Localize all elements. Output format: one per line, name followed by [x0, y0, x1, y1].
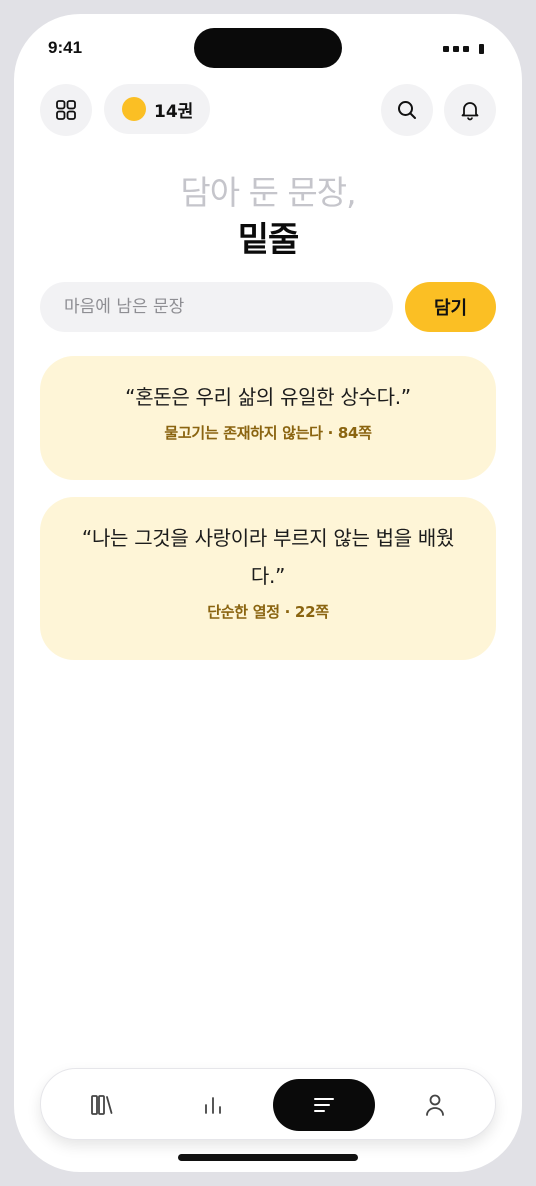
page-title: 밑줄	[237, 220, 300, 260]
bar-chart-icon	[205, 1097, 221, 1114]
screen: 9:41 14권 담아 둔 문장, 밑줄 마음에 남은 문장 담기 “혼돈은 우…	[14, 14, 522, 1172]
tab-stats[interactable]	[162, 1079, 264, 1131]
notification-button[interactable]	[444, 84, 496, 136]
tab-bar	[40, 1068, 496, 1140]
save-button[interactable]: 담기	[405, 282, 496, 332]
credit-count: 14권	[154, 101, 194, 122]
search-icon	[398, 101, 416, 119]
menu-button[interactable]	[40, 84, 92, 136]
grid-icon	[56, 100, 76, 120]
quote-text: “혼돈은 우리 삶의 유일한 상수다.”	[125, 385, 411, 409]
credit-badge[interactable]: 14권	[104, 84, 210, 134]
signal-icon	[453, 46, 459, 52]
status-indicators	[443, 44, 484, 54]
tab-underlines[interactable]	[273, 1079, 375, 1131]
coin-icon	[122, 97, 146, 121]
status-time: 9:41	[48, 38, 83, 57]
quote-card[interactable]: “혼돈은 우리 삶의 유일한 상수다.” 물고기는 존재하지 않는다 · 84쪽	[40, 356, 496, 480]
quote-card[interactable]: “나는 그것을 사랑이라 부르지 않는 법을 배웠다.” 단순한 열정 · 22…	[40, 497, 496, 660]
person-icon	[426, 1094, 444, 1116]
sentence-input[interactable]	[40, 282, 393, 332]
dynamic-island	[194, 28, 342, 68]
bell-icon	[461, 102, 479, 121]
books-icon	[91, 1095, 113, 1115]
quote-source: 단순한 열정 · 22쪽	[207, 603, 329, 621]
tab-library[interactable]	[51, 1079, 153, 1131]
page-subtitle: 담아 둔 문장,	[180, 173, 356, 212]
phone-frame: 9:41 14권 담아 둔 문장, 밑줄 마음에 남은 문장 담기 “혼돈은 우…	[0, 0, 536, 1186]
tab-profile[interactable]	[384, 1079, 486, 1131]
signal-icon	[463, 46, 469, 52]
quote-source: 물고기는 존재하지 않는다 · 84쪽	[164, 424, 372, 442]
lines-icon	[314, 1098, 334, 1112]
battery-icon	[479, 44, 484, 54]
quote-text: “나는 그것을 사랑이라 부르지 않는 법을 배웠다.”	[81, 526, 455, 588]
home-indicator	[178, 1154, 358, 1161]
search-button[interactable]	[381, 84, 433, 136]
signal-icon	[443, 46, 449, 52]
